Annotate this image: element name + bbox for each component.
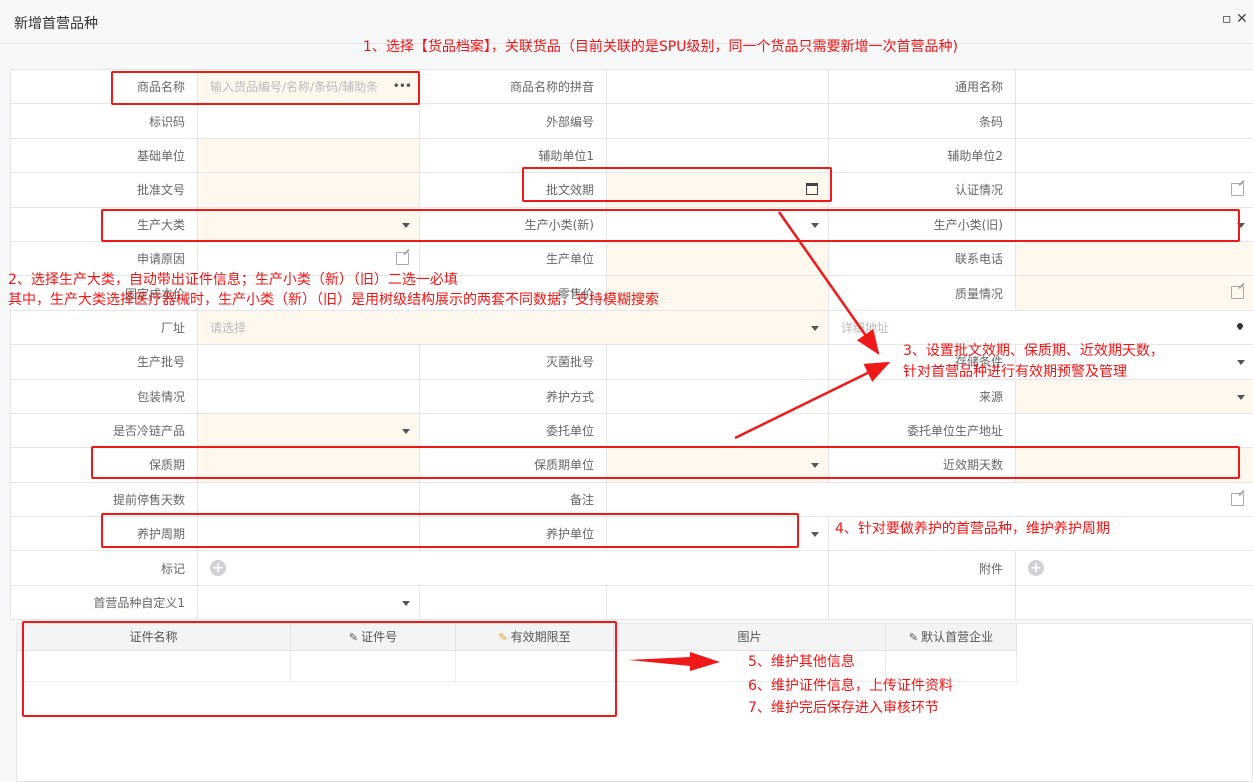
dialog-window: 新增首营品种 ▫ ✕ 商品名称 输入货品编号/名称/条码/辅助条 ••• 商品名…: [0, 0, 1253, 782]
annotation-note5: 5、维护其他信息: [748, 654, 855, 670]
annotation-note3-line2: 针对首营品种进行有效期预警及管理: [903, 364, 1127, 380]
annotation-note2-line1: 2、选择生产大类，自动带出证件信息；生产小类（新）（旧）二选一必填: [8, 272, 458, 288]
annotation-arrows: [628, 211, 891, 671]
arrow-shelflife-to-note3: [734, 361, 891, 440]
annotation-note2-line2: 其中，生产大类选择医疗器械时，生产小类（新）（旧）是用树级结构展示的两套不同数据…: [8, 292, 659, 308]
annotation-note7: 7、维护完后保存进入审核环节: [748, 700, 939, 716]
annotation-note3-line1: 3、设置批文效期、保质期、近效期天数，: [903, 343, 1164, 359]
arrow-validity-to-note3: [777, 211, 880, 356]
annotation-note4: 4、针对要做养护的首营品种，维护养护周期: [835, 521, 1110, 537]
annotation-note1: 1、选择【货品档案】，关联货品（目前关联的是SPU级别，同一个货品只需要新增一次…: [363, 39, 958, 55]
annotation-note6: 6、维护证件信息，上传证件资料: [748, 678, 953, 694]
arrow-grid-to-note5: [628, 652, 720, 671]
